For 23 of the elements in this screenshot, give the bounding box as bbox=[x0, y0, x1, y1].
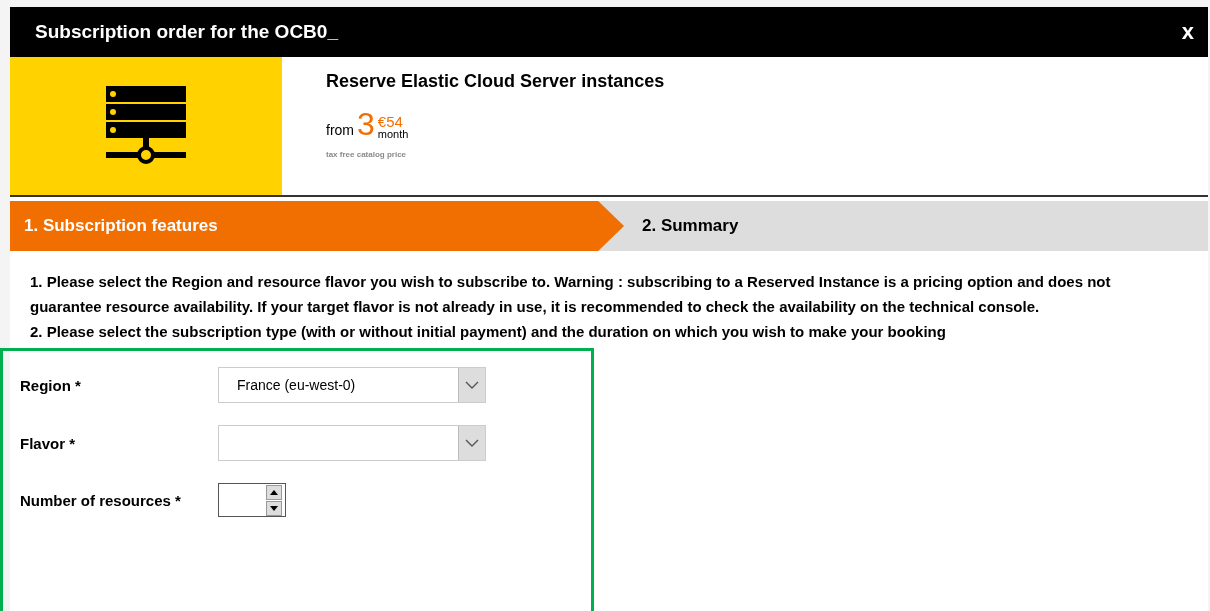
price-note: tax free catalog price bbox=[326, 150, 408, 159]
step-tab[interactable]: 2. Summary bbox=[624, 201, 739, 251]
close-button[interactable]: x bbox=[1177, 19, 1198, 45]
field-label: Region * bbox=[20, 376, 82, 394]
instruction-text: 1. Please select the Region and resource flavor you wish to subscribe to. Warning : subscribing to a Reserved Instance is a pricing option and does not guarantee resource availability. If your target flavor is not already in use, it is recommended to check the availability on the technical console. bbox=[30, 272, 1112, 317]
field-label: Number of resources * bbox=[20, 491, 182, 509]
instruction-text: 2. Please select the subscription type (with or without initial payment) and the duration on which you wish to make your booking bbox=[30, 322, 947, 342]
price-cents: €54 bbox=[377, 114, 404, 129]
number-field[interactable] bbox=[218, 483, 286, 517]
product-name: Reserve Elastic Cloud Server instances bbox=[326, 71, 665, 92]
spin-up-icon[interactable] bbox=[266, 484, 282, 500]
dialog-title: Subscription order for the OCB0_ bbox=[35, 21, 338, 43]
chevron-down-icon bbox=[465, 381, 479, 389]
server-network-icon bbox=[105, 85, 187, 167]
chevron-down-icon bbox=[465, 439, 479, 447]
select-value: France (eu-west-0) bbox=[236, 377, 356, 393]
spin-down-icon[interactable] bbox=[266, 500, 282, 516]
price-unit: month bbox=[377, 129, 409, 140]
select-field[interactable]: France (eu-west-0) bbox=[218, 367, 486, 403]
select-field[interactable] bbox=[218, 425, 486, 461]
price-prefix: from bbox=[326, 122, 354, 138]
price-amount: 3 bbox=[357, 108, 375, 140]
field-label: Flavor * bbox=[20, 434, 77, 452]
